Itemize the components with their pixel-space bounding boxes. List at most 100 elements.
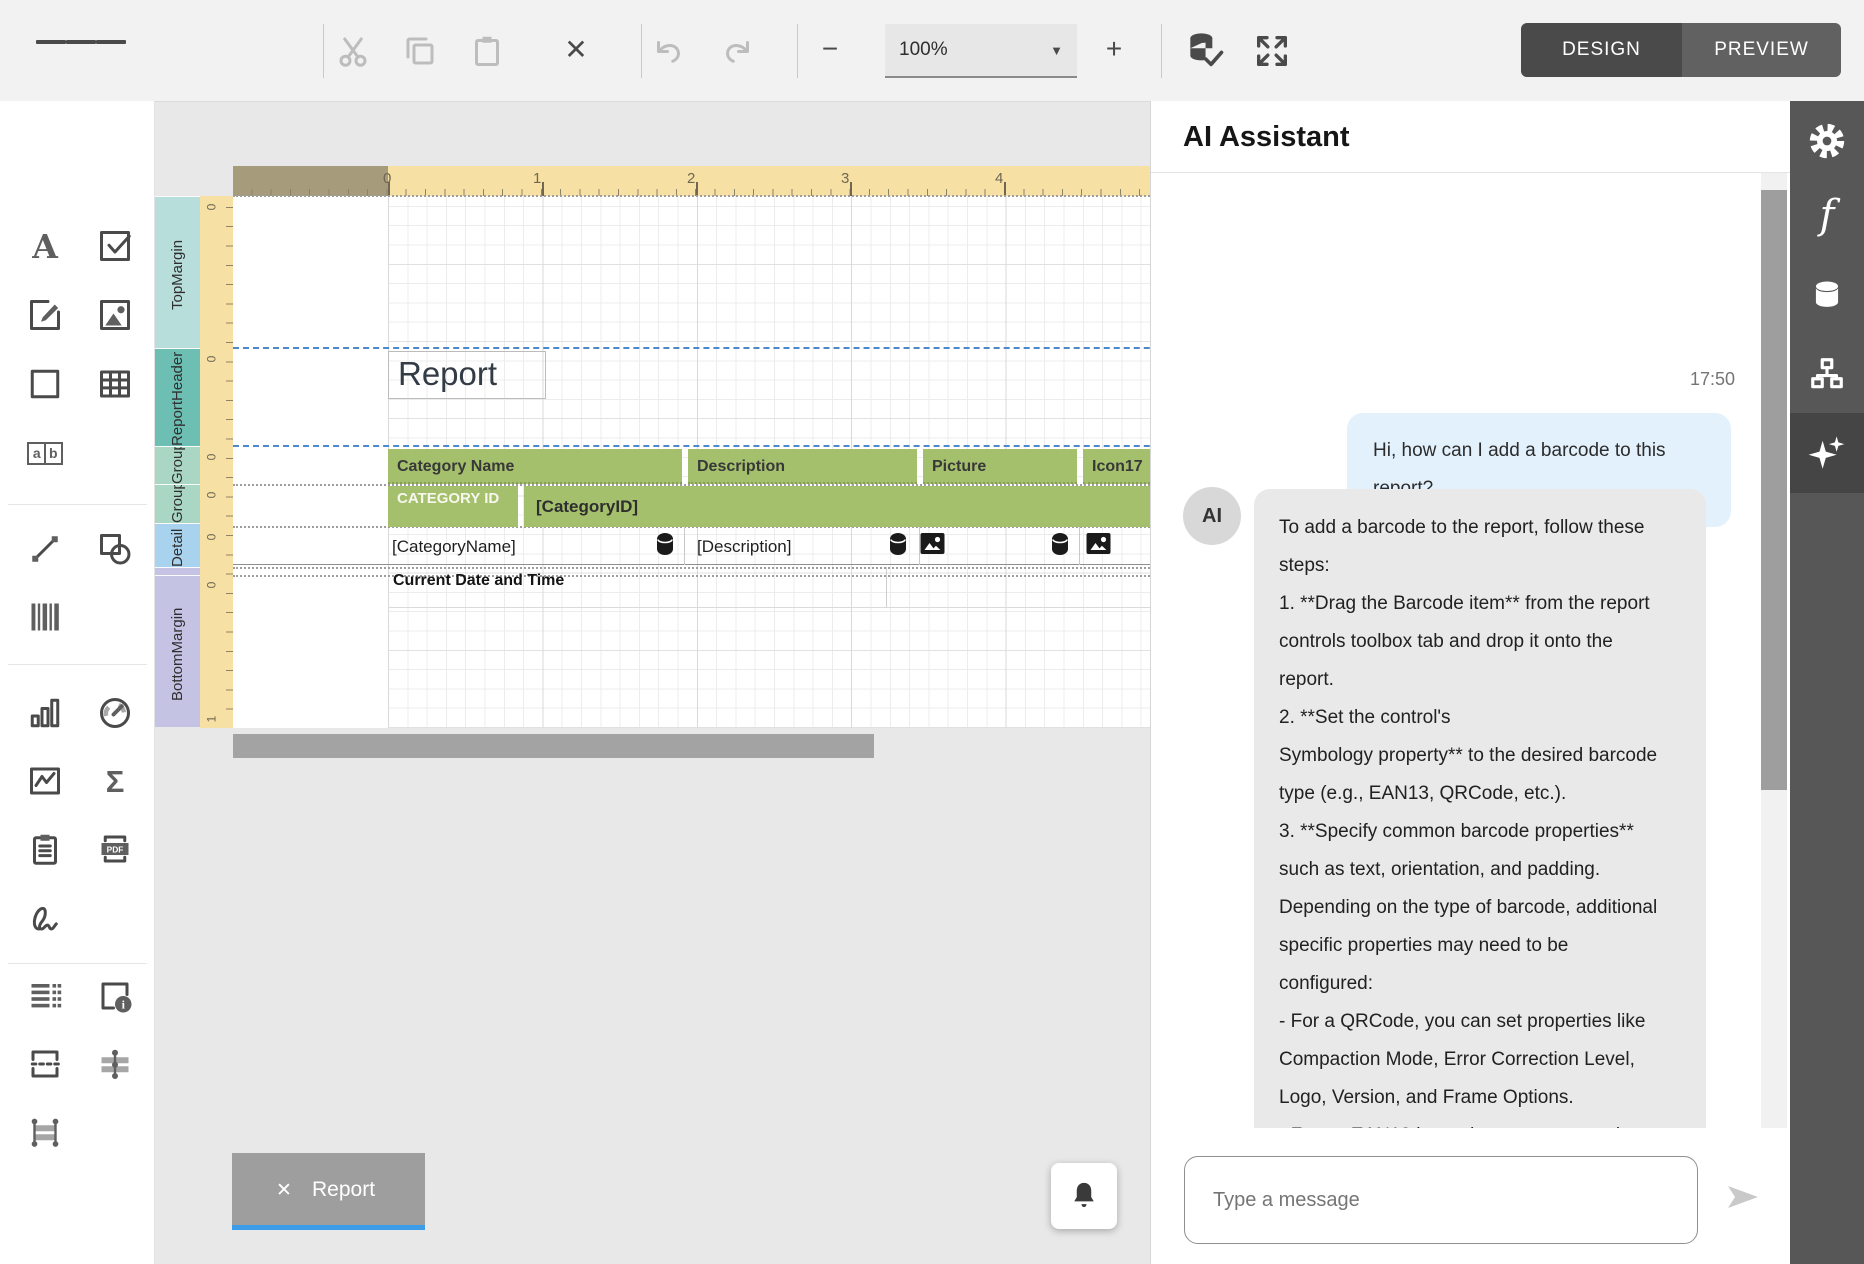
report-explorer-button[interactable] bbox=[1790, 337, 1864, 411]
ruler-number: 0 bbox=[204, 534, 218, 541]
zoom-dropdown[interactable]: 100% ▼ bbox=[885, 24, 1077, 78]
ruler-inch-tick bbox=[388, 182, 390, 196]
rich-text-icon[interactable] bbox=[23, 293, 67, 337]
band-topmargin[interactable]: TopMargin bbox=[155, 196, 200, 348]
validate-icon[interactable] bbox=[1183, 29, 1227, 73]
sparkline-icon[interactable] bbox=[23, 759, 67, 803]
cut-icon[interactable] bbox=[335, 33, 371, 69]
horizontal-scrollbar[interactable] bbox=[233, 734, 874, 758]
band-strip: TopMargin ReportHeader GroupHeader Group… bbox=[155, 196, 200, 728]
expressions-button[interactable]: f bbox=[1790, 178, 1864, 252]
chat-scrollbar[interactable] bbox=[1761, 173, 1787, 1128]
preview-tab[interactable]: PREVIEW bbox=[1682, 23, 1841, 77]
pdf-content-icon[interactable]: PDF bbox=[93, 827, 137, 871]
hierarchy-icon bbox=[1808, 355, 1846, 393]
ruler-inch-tick bbox=[850, 182, 852, 196]
database-icon bbox=[1808, 276, 1846, 314]
ruler-number: 0 bbox=[204, 356, 218, 363]
summary-icon[interactable]: Σ bbox=[93, 759, 137, 803]
table-header-cell[interactable]: Category Name bbox=[388, 449, 682, 484]
barcode-icon[interactable] bbox=[23, 595, 67, 639]
data-source-button[interactable] bbox=[1790, 258, 1864, 332]
page-break-icon[interactable] bbox=[23, 1042, 67, 1086]
cross-band-box-icon[interactable] bbox=[23, 1110, 67, 1154]
ruler-number: 0 bbox=[204, 204, 218, 211]
report-designer-app: ✕ − 100% ▼ + DESIGN PREVI bbox=[0, 0, 1864, 1264]
send-icon[interactable] bbox=[1726, 1184, 1760, 1215]
active-tab-indicator bbox=[232, 1225, 425, 1230]
toolbox-divider bbox=[8, 963, 147, 964]
group-id-cell[interactable]: CATEGORY ID bbox=[388, 486, 518, 527]
document-tab-report[interactable]: ✕ Report bbox=[232, 1153, 425, 1230]
bell-icon bbox=[1069, 1179, 1099, 1213]
zoom-out-icon[interactable]: − bbox=[812, 31, 848, 67]
chart-icon[interactable] bbox=[23, 691, 67, 735]
ruler-number: 4 bbox=[995, 170, 1003, 187]
gauge-icon[interactable] bbox=[93, 691, 137, 735]
band-bottommargin[interactable]: BottomMargin bbox=[155, 575, 200, 727]
message-input-row bbox=[1151, 1128, 1791, 1264]
checkbox-icon[interactable] bbox=[93, 224, 137, 268]
fullscreen-icon[interactable] bbox=[1252, 31, 1292, 71]
report-title-label[interactable]: Report bbox=[388, 351, 546, 399]
redo-icon[interactable] bbox=[719, 35, 755, 71]
field-categoryname[interactable]: [CategoryName] bbox=[392, 528, 516, 565]
page-document-info-icon[interactable]: i bbox=[93, 974, 137, 1018]
sparkles-icon bbox=[1806, 432, 1848, 474]
ruler-number: 1 bbox=[533, 170, 541, 187]
band-groupheader2[interactable]: GroupHeader bbox=[155, 484, 200, 523]
message-input[interactable] bbox=[1184, 1156, 1698, 1244]
band-detail[interactable]: Detail bbox=[155, 523, 200, 567]
zoom-in-icon[interactable]: + bbox=[1096, 31, 1132, 67]
ruler-number: 3 bbox=[841, 170, 849, 187]
toolbar-separator bbox=[797, 24, 798, 78]
band-pagefooter[interactable] bbox=[155, 567, 200, 575]
picture-field-icon bbox=[1085, 531, 1112, 561]
table-icon[interactable] bbox=[93, 362, 137, 406]
delete-icon[interactable]: ✕ bbox=[558, 31, 594, 67]
paste-icon[interactable] bbox=[469, 33, 505, 69]
scrollbar-thumb[interactable] bbox=[1761, 190, 1787, 790]
datetime-label[interactable]: Current Date and Time bbox=[393, 572, 564, 590]
label-icon[interactable]: A bbox=[23, 224, 67, 268]
gear-icon bbox=[1807, 121, 1847, 161]
panel-title: AI Assistant bbox=[1183, 121, 1350, 154]
design-tab[interactable]: DESIGN bbox=[1521, 23, 1682, 77]
ai-assistant-button[interactable] bbox=[1790, 413, 1864, 493]
page-info-icon[interactable] bbox=[23, 827, 67, 871]
copy-icon[interactable] bbox=[402, 33, 438, 69]
settings-button[interactable] bbox=[1790, 104, 1864, 178]
table-header-cell[interactable]: Picture bbox=[923, 449, 1077, 484]
data-field-icon bbox=[1050, 531, 1070, 562]
close-icon[interactable]: ✕ bbox=[276, 1179, 292, 1202]
document-tab-label: Report bbox=[312, 1178, 375, 1202]
ai-avatar: AI bbox=[1183, 487, 1241, 545]
table-of-contents-icon[interactable] bbox=[23, 974, 67, 1018]
chevron-down-icon: ▼ bbox=[1050, 43, 1063, 58]
ruler-number: 0 bbox=[204, 492, 218, 499]
vertical-band-icon[interactable] bbox=[93, 1042, 137, 1086]
cell-border bbox=[684, 527, 685, 565]
field-description[interactable]: [Description] bbox=[697, 528, 791, 565]
notifications-button[interactable] bbox=[1051, 1163, 1117, 1229]
panel-icon[interactable] bbox=[23, 362, 67, 406]
undo-icon[interactable] bbox=[651, 35, 687, 71]
menu-icon[interactable] bbox=[36, 36, 126, 48]
picture-field-icon bbox=[919, 531, 946, 561]
shape-icon[interactable] bbox=[93, 527, 137, 571]
ruler-inch-tick bbox=[696, 182, 698, 196]
signature-icon[interactable] bbox=[23, 895, 67, 939]
picture-box-icon[interactable] bbox=[93, 293, 137, 337]
ruler-inch-tick bbox=[1004, 182, 1006, 196]
svg-text:PDF: PDF bbox=[107, 844, 124, 854]
table-header-cell[interactable]: Description bbox=[688, 449, 917, 484]
zoom-value: 100% bbox=[899, 39, 948, 61]
line-icon[interactable] bbox=[23, 527, 67, 571]
band-reportheader[interactable]: ReportHeader bbox=[155, 348, 200, 446]
ruler-number: 0 bbox=[204, 582, 218, 589]
ruler-number: 0 bbox=[204, 454, 218, 461]
character-comb-icon[interactable]: ab bbox=[23, 431, 67, 475]
message-timestamp: 17:50 bbox=[1690, 369, 1735, 390]
band-groupheader1[interactable]: GroupHeader bbox=[155, 446, 200, 484]
vertical-ruler: 0 0 0 0 0 0 1 bbox=[200, 196, 233, 728]
